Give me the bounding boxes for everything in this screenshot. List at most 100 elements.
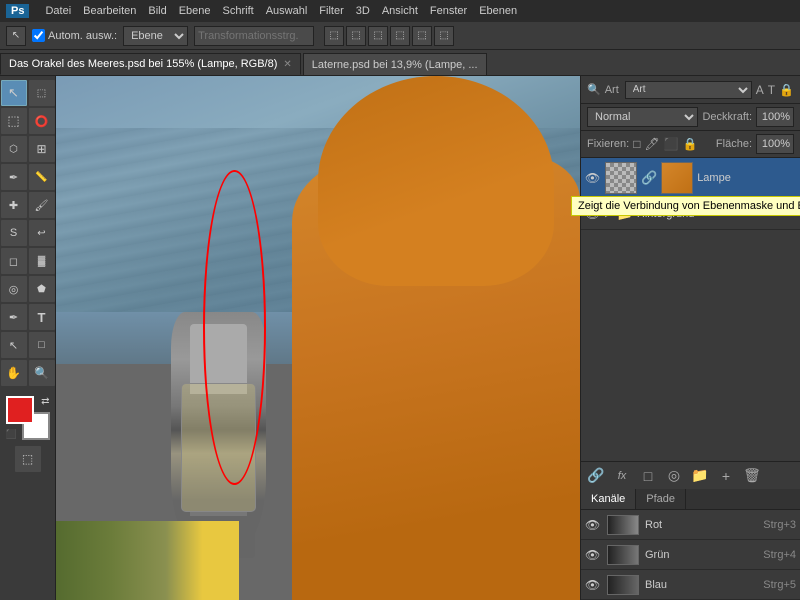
- eraser-tool[interactable]: ◻: [1, 248, 27, 274]
- toolbox: ↖ ⬚ ⬚ ⭕ ⬡ ⊞ ✒ 📏 ✚ 🖌 S ↩ ◻ ▓ ◎ ⬟: [0, 76, 56, 600]
- color-swatch-area: ⇄ ⬛: [6, 396, 50, 440]
- menu-ansicht[interactable]: Ansicht: [382, 5, 418, 17]
- path-select[interactable]: ↖: [1, 332, 27, 358]
- align-btn-1[interactable]: ⬚: [324, 26, 344, 46]
- lock-transparent[interactable]: □: [633, 137, 640, 151]
- align-btn-2[interactable]: ⬚: [346, 26, 366, 46]
- lock-pixels[interactable]: 🖊: [644, 137, 659, 151]
- new-layer-btn[interactable]: +: [715, 465, 737, 487]
- menu-auswahl[interactable]: Auswahl: [266, 5, 308, 17]
- move-tool[interactable]: ↖: [1, 80, 27, 106]
- tab-orakel-label: Das Orakel des Meeres.psd bei 155% (Lamp…: [9, 58, 277, 70]
- eyedropper[interactable]: ✒: [1, 164, 27, 190]
- menu-fenster[interactable]: Fenster: [430, 5, 467, 17]
- layers-empty-space: [581, 230, 800, 461]
- channel-blau[interactable]: 👁 Blau Strg+5: [581, 570, 800, 600]
- auto-select-checkbox[interactable]: [32, 29, 45, 42]
- panel-icon-lock[interactable]: 🔒: [779, 83, 794, 97]
- fx-btn[interactable]: fx: [611, 465, 633, 487]
- gradient-tool[interactable]: ▓: [29, 248, 55, 274]
- menu-ebene[interactable]: Ebene: [179, 5, 211, 17]
- move-tool-btn[interactable]: ↖: [6, 26, 26, 46]
- boat-edge: [56, 521, 239, 600]
- menu-schrift[interactable]: Schrift: [223, 5, 254, 17]
- layer-lampe-mask-thumb: [605, 162, 637, 194]
- right-panel: 🔍 Art Art A T 🔒 Normal Deckkraft: Fixier…: [580, 76, 800, 600]
- healing-brush[interactable]: ✚: [1, 192, 27, 218]
- channel-rot[interactable]: 👁 Rot Strg+3: [581, 510, 800, 540]
- ruler-tool[interactable]: 📏: [29, 164, 55, 190]
- lasso-tool[interactable]: ⭕: [29, 108, 55, 134]
- align-btn-5[interactable]: ⬚: [412, 26, 432, 46]
- brush-tool[interactable]: 🖌: [29, 192, 55, 218]
- hand-tool[interactable]: ✋: [1, 360, 27, 386]
- menu-datei[interactable]: Datei: [45, 5, 71, 17]
- canvas-area[interactable]: [56, 76, 580, 600]
- pen-tool[interactable]: ✒: [1, 304, 27, 330]
- rectangular-select[interactable]: ⬚: [1, 108, 27, 134]
- art-label: Art: [605, 84, 619, 96]
- group-btn[interactable]: 📁: [689, 465, 711, 487]
- layer-hintergrund-name: Hintergrund: [637, 208, 796, 220]
- menu-3d[interactable]: 3D: [356, 5, 370, 17]
- adjustment-btn[interactable]: ◎: [663, 465, 685, 487]
- clone-stamp[interactable]: S: [1, 220, 27, 246]
- layer-hintergrund-expand[interactable]: ▶: [605, 208, 613, 219]
- shape-tool[interactable]: □: [29, 332, 55, 358]
- zoom-tool[interactable]: 🔍: [29, 360, 55, 386]
- channel-gruen[interactable]: 👁 Grün Strg+4: [581, 540, 800, 570]
- channel-blau-thumb: [607, 575, 639, 595]
- panel-icon-t[interactable]: T: [768, 83, 775, 97]
- type-tool[interactable]: T: [29, 304, 55, 330]
- layer-lampe-color-thumb: [661, 162, 693, 194]
- channel-blau-eye[interactable]: 👁: [585, 578, 601, 592]
- align-btn-4[interactable]: ⬚: [390, 26, 410, 46]
- dodge-tool[interactable]: ⬟: [29, 276, 55, 302]
- delete-layer-btn[interactable]: 🗑: [741, 465, 763, 487]
- default-colors-icon[interactable]: ⬛: [6, 429, 17, 440]
- channel-rot-eye[interactable]: 👁: [585, 518, 601, 532]
- tab-kanaele[interactable]: Kanäle: [581, 489, 636, 509]
- mask-btn[interactable]: □: [637, 465, 659, 487]
- quickmask-tool[interactable]: ⬚: [15, 446, 41, 472]
- blur-tool[interactable]: ◎: [1, 276, 27, 302]
- channel-gruen-thumb: [607, 545, 639, 565]
- lock-all[interactable]: 🔒: [683, 137, 698, 151]
- quick-select[interactable]: ⬡: [1, 136, 27, 162]
- channel-gruen-eye[interactable]: 👁: [585, 548, 601, 562]
- lock-position[interactable]: ⬛: [664, 137, 679, 151]
- kind-select[interactable]: Art: [625, 81, 752, 99]
- canvas-image: [56, 76, 580, 600]
- layer-hintergrund-eye[interactable]: 👁: [585, 207, 601, 221]
- fill-input[interactable]: [756, 134, 794, 154]
- menu-filter[interactable]: Filter: [319, 5, 343, 17]
- layer-lampe-eye[interactable]: 👁: [585, 171, 601, 185]
- history-brush[interactable]: ↩: [29, 220, 55, 246]
- panel-icon-text[interactable]: A: [756, 83, 764, 97]
- panel-tabs: Kanäle Pfade: [581, 489, 800, 510]
- opacity-input[interactable]: [756, 107, 794, 127]
- link-layers-btn[interactable]: 🔗: [585, 465, 607, 487]
- channel-rot-shortcut: Strg+3: [763, 519, 796, 531]
- tab-orakel-close[interactable]: ✕: [283, 59, 291, 70]
- layer-link-icon[interactable]: 🔗: [641, 170, 657, 186]
- align-btn-3[interactable]: ⬚: [368, 26, 388, 46]
- tab-laterne[interactable]: Laterne.psd bei 13,9% (Lampe, ...: [303, 53, 487, 75]
- swap-colors-icon[interactable]: ⇄: [41, 396, 49, 407]
- channel-blau-name: Blau: [645, 579, 757, 591]
- blend-mode-select[interactable]: Normal: [587, 107, 698, 127]
- layer-lampe[interactable]: 👁 🔗 Lampe Zeigt die Verbindung von Ebene…: [581, 158, 800, 198]
- crop-tool[interactable]: ⊞: [29, 136, 55, 162]
- tab-orakel[interactable]: Das Orakel des Meeres.psd bei 155% (Lamp…: [0, 53, 301, 75]
- menu-bild[interactable]: Bild: [148, 5, 166, 17]
- auto-select-label: Autom. ausw.:: [32, 29, 117, 42]
- align-btn-6[interactable]: ⬚: [434, 26, 454, 46]
- layer-hintergrund[interactable]: 👁 ▶ 📁 Hintergrund: [581, 198, 800, 230]
- fg-color-swatch[interactable]: [6, 396, 34, 424]
- tab-pfade[interactable]: Pfade: [636, 489, 686, 509]
- menu-ebenen[interactable]: Ebenen: [479, 5, 517, 17]
- artboard-tool[interactable]: ⬚: [29, 80, 55, 106]
- transform-input[interactable]: [194, 26, 314, 46]
- menu-bearbeiten[interactable]: Bearbeiten: [83, 5, 136, 17]
- layer-select[interactable]: Ebene Gruppe: [123, 26, 188, 46]
